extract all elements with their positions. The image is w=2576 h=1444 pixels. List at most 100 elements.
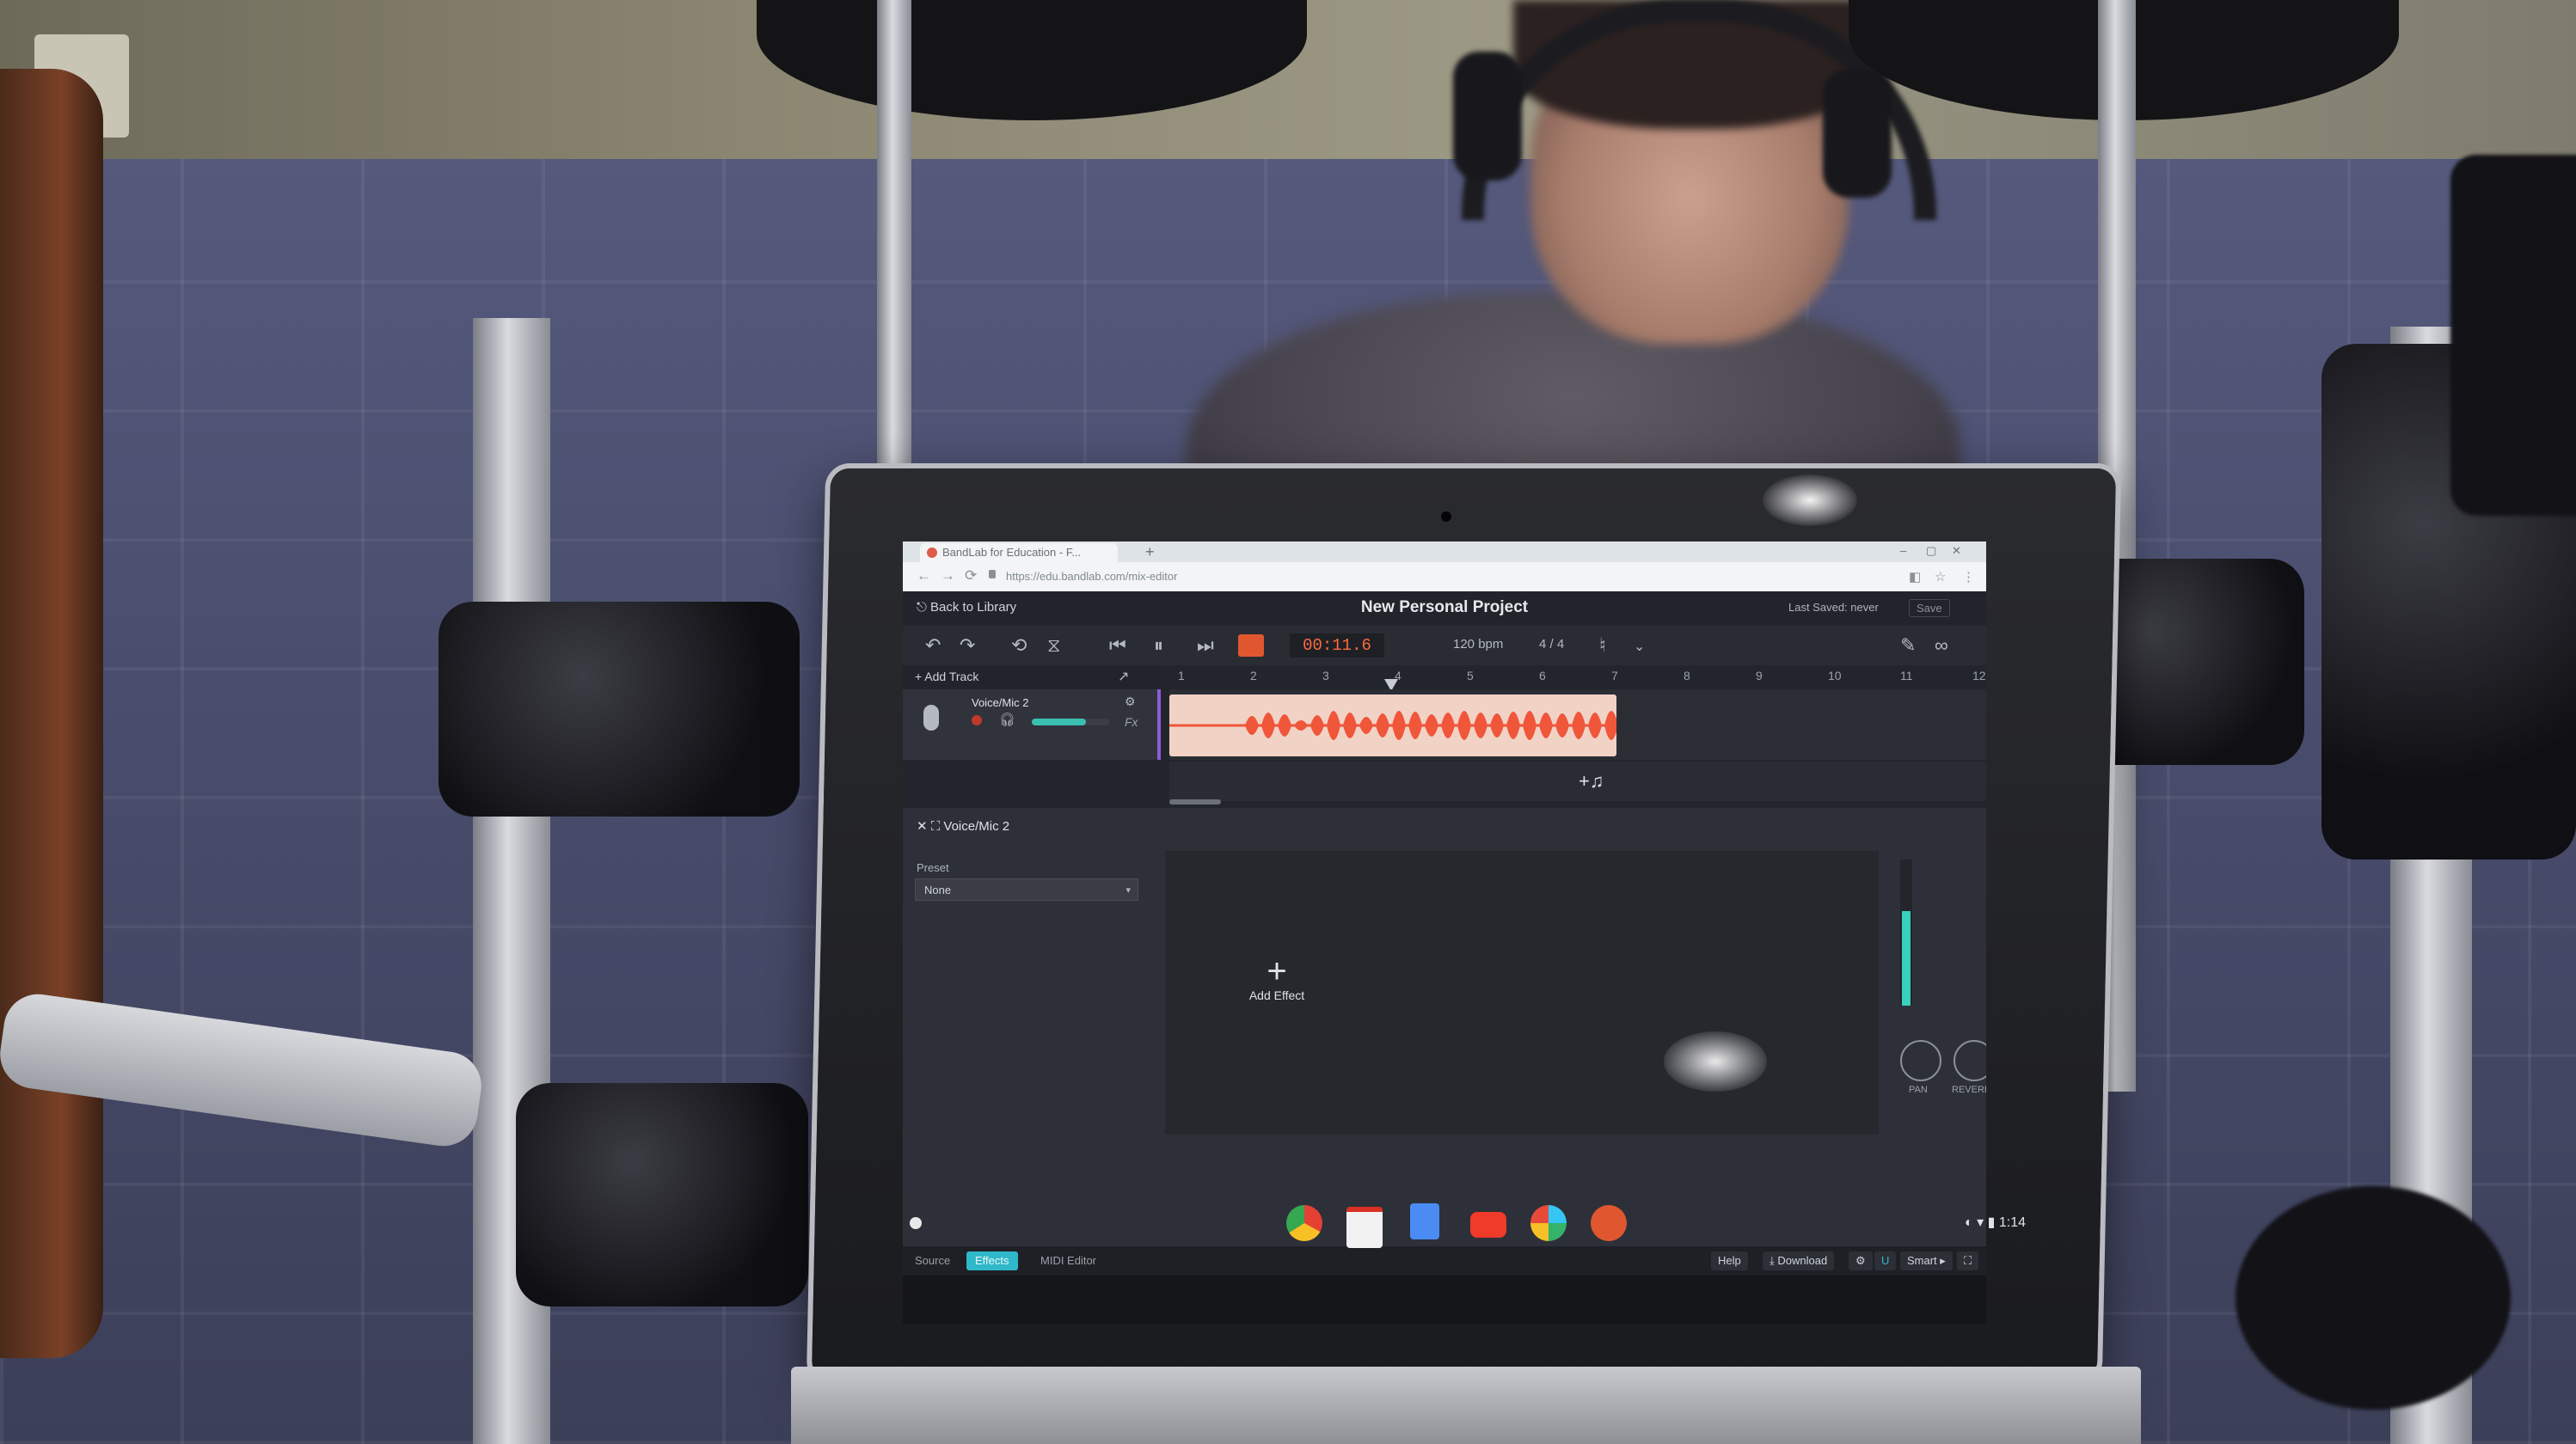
ruler-bar-12: 12	[1972, 669, 1986, 682]
youtube-icon[interactable]	[1470, 1212, 1506, 1238]
bandlab-app-icon[interactable]	[1591, 1205, 1627, 1241]
reload-icon[interactable]: ⟳	[965, 567, 977, 584]
level-meter-fill	[1902, 911, 1911, 1006]
pan-knob[interactable]	[1900, 1040, 1941, 1081]
add-track-button[interactable]: + Add Track	[915, 670, 978, 683]
drum-module	[2450, 155, 2576, 516]
forward-arrow-icon[interactable]: →	[941, 567, 955, 584]
bookmark-star-icon[interactable]: ☆	[1935, 569, 1946, 584]
browser-menu-icon[interactable]: ⋮	[1962, 569, 1975, 584]
browser-tab[interactable]: BandLab for Education - F...	[920, 543, 1118, 562]
laptop-screen: BandLab for Education - F... + – ▢ ✕ ← →…	[903, 542, 1986, 1289]
add-effect-button[interactable]: + Add Effect	[1225, 954, 1328, 1002]
add-effect-label: Add Effect	[1248, 988, 1305, 1002]
effects-track-name: Voice/Mic 2	[943, 819, 1010, 834]
infinity-icon[interactable]: ∞	[1935, 634, 1948, 657]
chevron-down-icon[interactable]: ⌄	[1634, 638, 1645, 655]
skip-back-icon[interactable]: ⏮	[1109, 634, 1126, 657]
undo-icon[interactable]: ↶	[925, 634, 941, 657]
loop-icon[interactable]: ⟲	[1011, 634, 1027, 657]
waveform-burst	[1572, 712, 1585, 739]
effects-panel-title: ✕ ⛶ Voice/Mic 2	[917, 819, 1010, 834]
settings-gear-icon[interactable]: ⚙	[1849, 1251, 1873, 1270]
snap-select[interactable]: Smart ▸	[1900, 1251, 1953, 1270]
app-header: ⎋ Back to Library New Personal Project L…	[903, 591, 1986, 626]
skip-forward-icon[interactable]: ⏭	[1197, 634, 1214, 657]
track-fx-button[interactable]: Fx	[1125, 715, 1138, 729]
snap-label: Smart	[1907, 1254, 1937, 1267]
pan-label: PAN	[1909, 1085, 1928, 1095]
track-name[interactable]: Voice/Mic 2	[972, 696, 1028, 709]
waveform-burst	[1555, 713, 1569, 737]
empty-track-row[interactable]: +♫	[1169, 762, 1986, 801]
new-tab-icon[interactable]: +	[1145, 543, 1155, 561]
back-arrow-icon[interactable]: ←	[917, 567, 931, 584]
waveform-burst	[1539, 713, 1553, 738]
waveform-burst	[1261, 713, 1275, 738]
pause-icon[interactable]: ⏸	[1154, 634, 1163, 657]
waveform-burst	[1359, 717, 1373, 734]
help-button[interactable]: Help	[1711, 1251, 1748, 1270]
cast-icon[interactable]: ◧	[1909, 569, 1921, 584]
lock-icon	[989, 570, 996, 578]
music-note-icon[interactable]: +♫	[1579, 770, 1604, 792]
drum-clamp-left	[439, 602, 800, 817]
waveform-burst	[1376, 713, 1389, 737]
waveform-burst	[1506, 712, 1520, 739]
headphones-icon[interactable]: 🎧︎	[999, 712, 1015, 727]
microphone-icon	[923, 705, 939, 731]
tuner-icon[interactable]: ♮	[1599, 634, 1606, 657]
time-signature-display[interactable]: 4 / 4	[1539, 637, 1564, 652]
redo-icon[interactable]: ↷	[960, 634, 975, 657]
ruler-bar-3: 3	[1322, 669, 1329, 682]
guitar	[0, 69, 103, 1358]
waveform-burst	[1408, 712, 1422, 739]
download-label: Download	[1777, 1254, 1828, 1267]
horizontal-scrollbar[interactable]	[1169, 799, 1221, 805]
waveform	[1169, 711, 1616, 740]
drum-stand-pole-center	[877, 0, 911, 481]
tab-source[interactable]: Source	[906, 1251, 959, 1270]
tempo-display[interactable]: 120 bpm	[1453, 637, 1503, 652]
maximize-icon[interactable]: ▢	[1926, 544, 1936, 558]
minimize-icon[interactable]: –	[1900, 544, 1906, 557]
save-button[interactable]: Save	[1909, 599, 1950, 617]
fullscreen-icon[interactable]: ⛶	[1957, 1251, 1979, 1270]
timeline-ruler[interactable]: 1 2 3 4 5 6 7 8 9 10 11 12	[1169, 665, 1986, 688]
play-store-icon[interactable]	[1530, 1205, 1567, 1241]
ruler-bar-8: 8	[1684, 669, 1690, 682]
tab-effects[interactable]: Effects	[966, 1251, 1018, 1270]
metronome-icon[interactable]: ⧖	[1047, 634, 1060, 657]
webcam	[1441, 511, 1451, 522]
preset-select[interactable]: None ▾	[915, 878, 1138, 901]
ruler-bar-2: 2	[1250, 669, 1257, 682]
preset-label: Preset	[917, 861, 949, 874]
automation-icon[interactable]: ↗	[1118, 668, 1129, 685]
reverb-knob[interactable]	[1953, 1040, 1986, 1081]
audio-region[interactable]	[1169, 694, 1616, 756]
track-record-arm-icon[interactable]	[972, 715, 982, 725]
waveform-burst	[1474, 713, 1487, 738]
ruler-bar-9: 9	[1756, 669, 1763, 682]
track-lane[interactable]	[1169, 689, 1986, 760]
record-icon[interactable]	[1238, 634, 1264, 657]
settings-icon[interactable]: ⚙	[1125, 694, 1136, 709]
bandlab-favicon-icon	[927, 548, 937, 558]
effects-panel: ✕ ⛶ Voice/Mic 2 Preset None ▾ + Add Effe…	[903, 808, 1986, 1246]
docs-icon[interactable]	[1410, 1203, 1439, 1239]
track-controls[interactable]: Voice/Mic 2 🎧︎ ⚙ Fx	[903, 689, 1161, 760]
chrome-icon[interactable]	[1286, 1205, 1322, 1241]
magnet-icon[interactable]: U	[1874, 1251, 1897, 1270]
launcher-icon[interactable]	[910, 1217, 922, 1229]
close-window-icon[interactable]: ✕	[1952, 544, 1961, 558]
pencil-icon[interactable]: ✎	[1900, 634, 1916, 657]
download-button[interactable]: ⤓ Download	[1763, 1251, 1835, 1270]
url-field[interactable]: https://edu.bandlab.com/mix-editor	[1006, 567, 1866, 586]
ruler-bar-6: 6	[1539, 669, 1546, 682]
gmail-icon[interactable]	[1346, 1207, 1383, 1248]
ruler-bar-7: 7	[1611, 669, 1618, 682]
track-volume-slider[interactable]	[1032, 719, 1109, 725]
system-clock[interactable]: ◐ ▾ ▮ 1:14	[1965, 1214, 2026, 1231]
tab-midi-editor[interactable]: MIDI Editor	[1032, 1251, 1105, 1270]
waveform-burst	[1392, 711, 1406, 740]
